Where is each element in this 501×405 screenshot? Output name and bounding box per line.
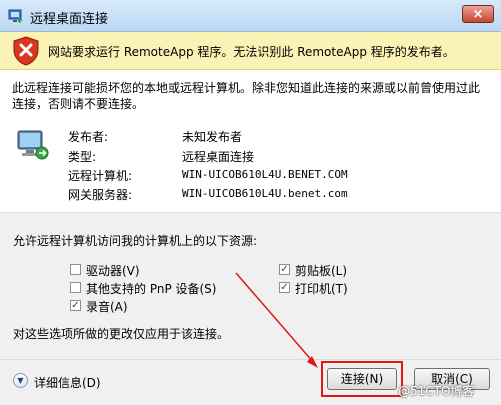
annotation-arrow — [235, 272, 318, 368]
